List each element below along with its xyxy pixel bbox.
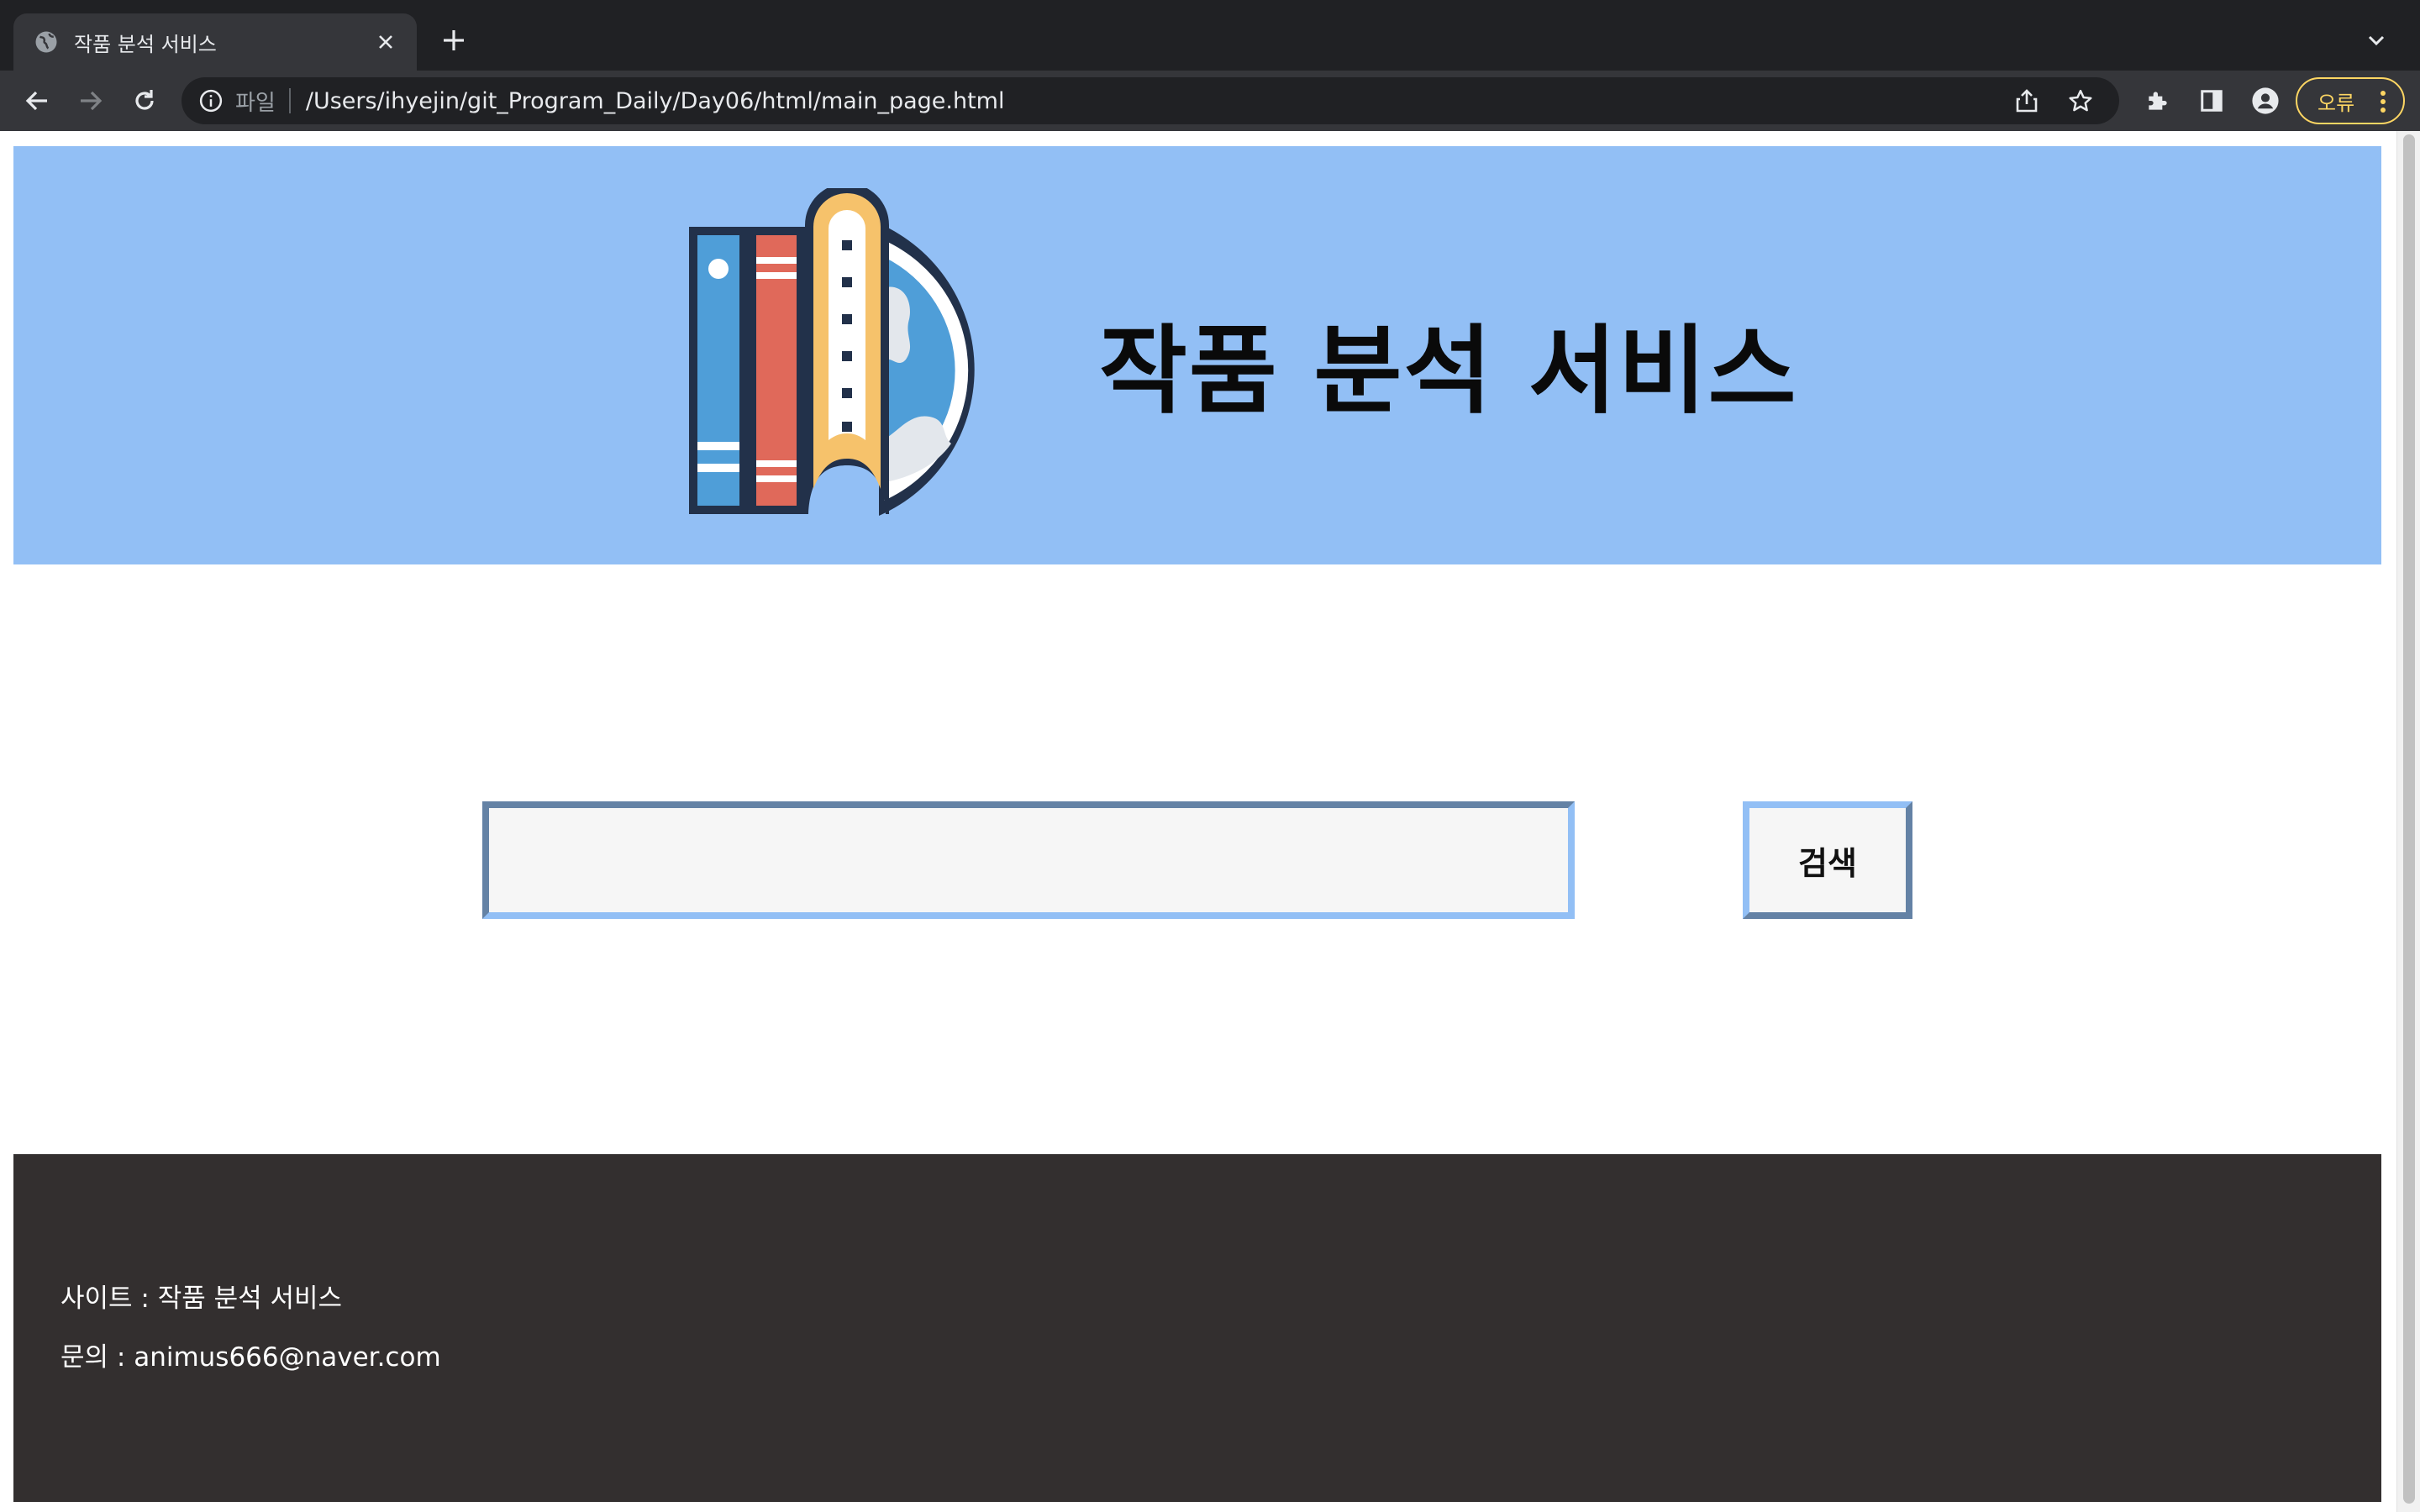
page-footer: 사이트 : 작품 분석 서비스 문의 : animus666@naver.com: [13, 1154, 2381, 1502]
address-bar[interactable]: 파일 /Users/ihyejin/git_Program_Daily/Day0…: [182, 77, 2119, 124]
search-button[interactable]: 검색: [1743, 801, 1912, 919]
browser-tab-strip: 작품 분석 서비스: [0, 0, 2420, 71]
profile-avatar-icon[interactable]: [2249, 84, 2282, 118]
address-divider: [288, 88, 291, 113]
page-title: 작품 분석 서비스: [1099, 315, 1798, 427]
share-icon[interactable]: [2012, 86, 2042, 116]
url-text[interactable]: /Users/ihyejin/git_Program_Daily/Day06/h…: [306, 88, 1005, 114]
browser-toolbar: 파일 /Users/ihyejin/git_Program_Daily/Day0…: [0, 71, 2420, 131]
scrollbar-thumb[interactable]: [2403, 134, 2415, 1504]
search-input[interactable]: [482, 801, 1575, 919]
page-header: 작품 분석 서비스: [13, 146, 2381, 564]
footer-contact-info: 문의 : animus666@naver.com: [60, 1342, 441, 1373]
back-arrow-icon[interactable]: [18, 82, 55, 119]
new-tab-icon[interactable]: [437, 24, 471, 57]
books-globe-logo-icon: [689, 188, 975, 516]
close-icon[interactable]: [371, 28, 400, 56]
side-panel-icon[interactable]: [2195, 84, 2228, 118]
chevron-down-icon[interactable]: [2361, 25, 2391, 55]
url-scheme-label: 파일: [235, 90, 276, 116]
error-label: 오류: [2317, 91, 2355, 115]
forward-arrow-icon[interactable]: [72, 82, 109, 119]
tab-title: 작품 분석 서비스: [74, 32, 217, 56]
bookmark-star-icon[interactable]: [2065, 86, 2096, 116]
extensions-puzzle-icon[interactable]: [2141, 84, 2175, 118]
more-vert-icon: [2380, 89, 2386, 119]
reload-icon[interactable]: [126, 82, 163, 119]
page-viewport: 작품 분석 서비스 검색 사이트 : 작품 분석 서비스 문의 : animus…: [0, 131, 2420, 1512]
info-icon[interactable]: [198, 88, 224, 113]
page-scrollbar[interactable]: [2396, 131, 2420, 1512]
error-menu-button[interactable]: 오류: [2296, 77, 2405, 124]
globe-icon: [35, 31, 57, 53]
footer-site-info: 사이트 : 작품 분석 서비스: [60, 1284, 343, 1314]
browser-tab[interactable]: 작품 분석 서비스: [13, 13, 417, 71]
